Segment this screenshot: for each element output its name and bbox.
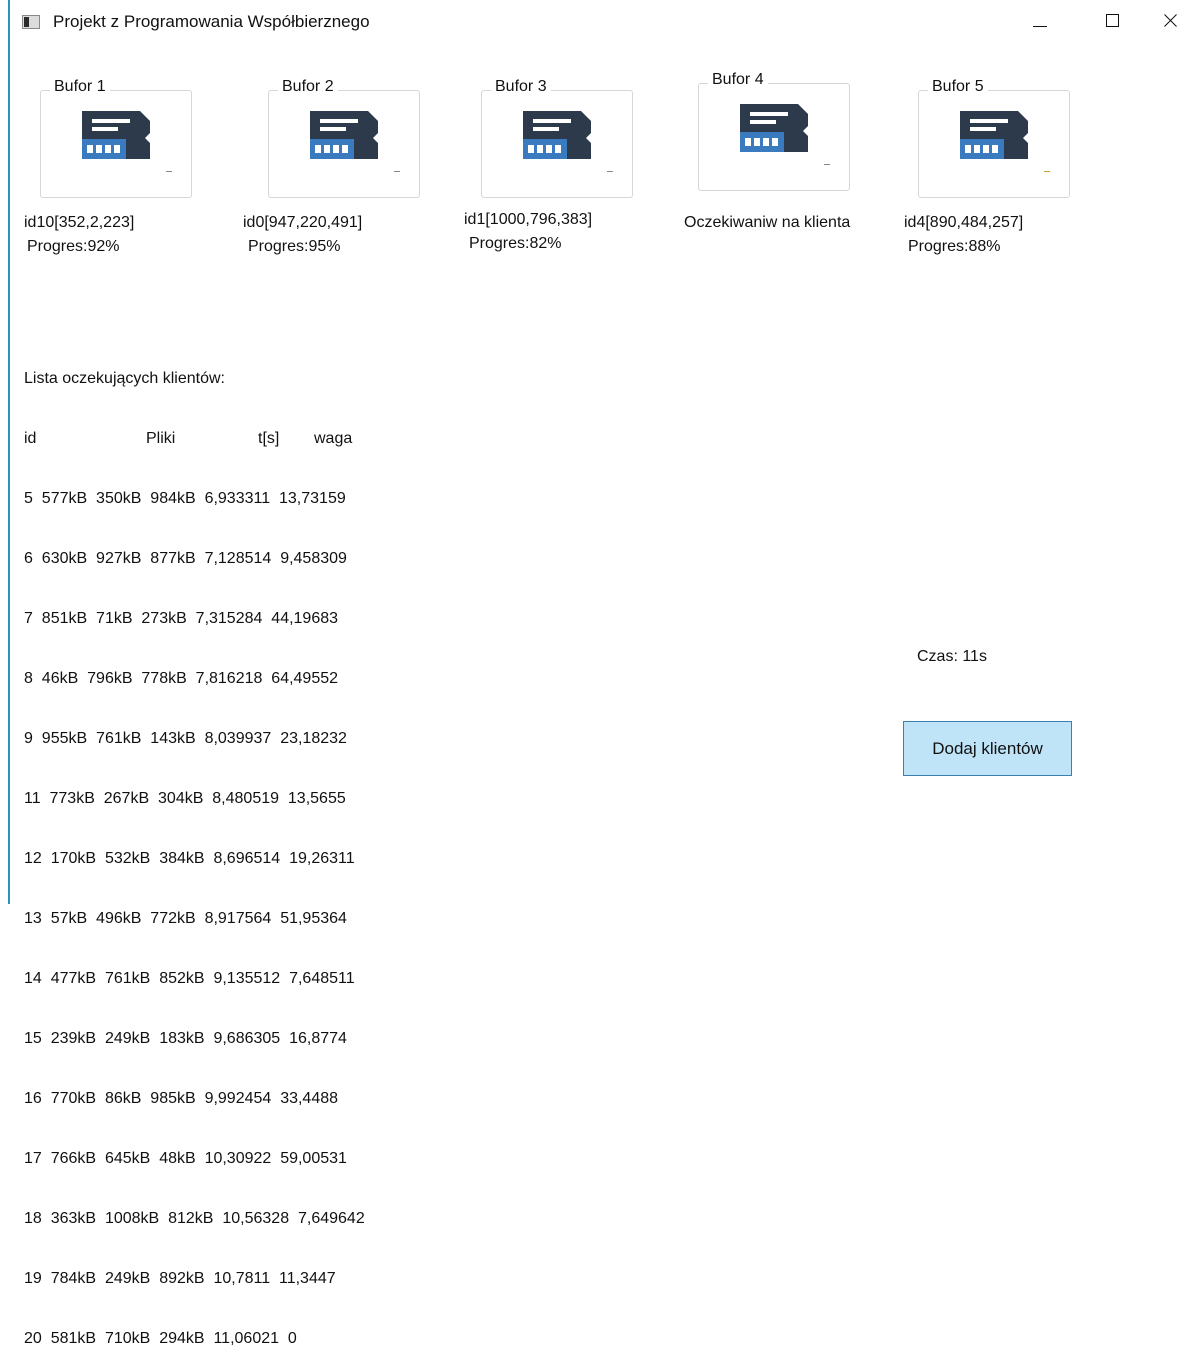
window-title: Projekt z Programowania Współbierznego: [53, 12, 370, 31]
memory-card-icon: [740, 104, 808, 152]
memory-card-icon: [960, 111, 1028, 159]
buffer-4-status: Oczekiwaniw na klienta: [684, 214, 851, 231]
buffer-progress-mark: [1044, 171, 1050, 172]
list-row: 12 170kB 532kB 384kB 8,696514 19,26311: [24, 850, 355, 867]
buffer-2-client: id0[947,220,491]: [243, 214, 363, 231]
window-left-border: [8, 0, 10, 904]
list-headers: id Pliki t[s] waga: [24, 429, 384, 449]
add-clients-button[interactable]: Dodaj klientów: [903, 721, 1072, 776]
buffer-3-progress: Progres:82%: [469, 235, 562, 252]
buffer-3: Bufor 3: [481, 77, 633, 198]
maximize-icon[interactable]: [1090, 0, 1150, 44]
list-row: 11 773kB 267kB 304kB 8,480519 13,5655: [24, 790, 346, 807]
memory-card-icon: [523, 111, 591, 159]
buffer-label: Bufor 3: [491, 77, 551, 97]
title-bar: Projekt z Programowania Współbierznego: [0, 0, 1200, 50]
list-row: 6 630kB 927kB 877kB 7,128514 9,458309: [24, 550, 347, 567]
buffer-1-client: id10[352,2,223]: [24, 214, 135, 231]
waiting-clients-list: Lista oczekujących klientów: id Pliki t[…: [24, 329, 384, 1369]
list-row: 7 851kB 71kB 273kB 7,315284 44,19683: [24, 610, 339, 627]
memory-card-icon: [310, 111, 378, 159]
buffer-5: Bufor 5: [918, 77, 1070, 198]
buffer-3-client: id1[1000,796,383]: [464, 211, 593, 228]
list-row: 15 239kB 249kB 183kB 9,686305 16,8774: [24, 1030, 347, 1047]
list-row: 14 477kB 761kB 852kB 9,135512 7,648511: [24, 970, 355, 987]
list-row: 19 784kB 249kB 892kB 10,7811 11,3447: [24, 1270, 336, 1287]
buffer-5-client: id4[890,484,257]: [904, 214, 1024, 231]
minimize-icon[interactable]: [1010, 0, 1070, 44]
buffer-5-progress: Progres:88%: [908, 238, 1001, 255]
list-row: 16 770kB 86kB 985kB 9,992454 33,4488: [24, 1090, 339, 1107]
list-row: 18 363kB 1008kB 812kB 10,56328 7,649642: [24, 1210, 365, 1227]
list-title: Lista oczekujących klientów:: [24, 370, 225, 387]
list-row: 8 46kB 796kB 778kB 7,816218 64,49552: [24, 670, 339, 687]
app-icon: [22, 15, 40, 29]
header-id: id: [24, 430, 37, 447]
buffer-1-progress: Progres:92%: [27, 238, 120, 255]
header-files: Pliki: [146, 430, 176, 447]
buffer-4: Bufor 4: [698, 70, 850, 191]
elapsed-time: Czas: 11s: [917, 648, 987, 665]
buffer-progress-mark: [824, 164, 830, 165]
buffer-progress-mark: [166, 171, 172, 172]
buffer-2-progress: Progres:95%: [248, 238, 341, 255]
list-row: 13 57kB 496kB 772kB 8,917564 51,95364: [24, 910, 347, 927]
buffer-progress-mark: [607, 171, 613, 172]
list-row: 9 955kB 761kB 143kB 8,039937 23,18232: [24, 730, 347, 747]
memory-card-icon: [82, 111, 150, 159]
buffer-label: Bufor 5: [928, 77, 988, 97]
header-weight: waga: [314, 430, 353, 447]
buffer-label: Bufor 4: [708, 70, 768, 90]
close-icon[interactable]: [1148, 0, 1200, 44]
buffer-1: Bufor 1: [40, 77, 192, 198]
buffer-2: Bufor 2: [268, 77, 420, 198]
list-row: 20 581kB 710kB 294kB 11,06021 0: [24, 1330, 297, 1347]
buffer-label: Bufor 1: [50, 77, 110, 97]
buffer-progress-mark: [394, 171, 400, 172]
buffer-label: Bufor 2: [278, 77, 338, 97]
header-time: t[s]: [258, 430, 280, 447]
list-row: 17 766kB 645kB 48kB 10,30922 59,00531: [24, 1150, 347, 1167]
list-row: 5 577kB 350kB 984kB 6,933311 13,73159: [24, 490, 346, 507]
